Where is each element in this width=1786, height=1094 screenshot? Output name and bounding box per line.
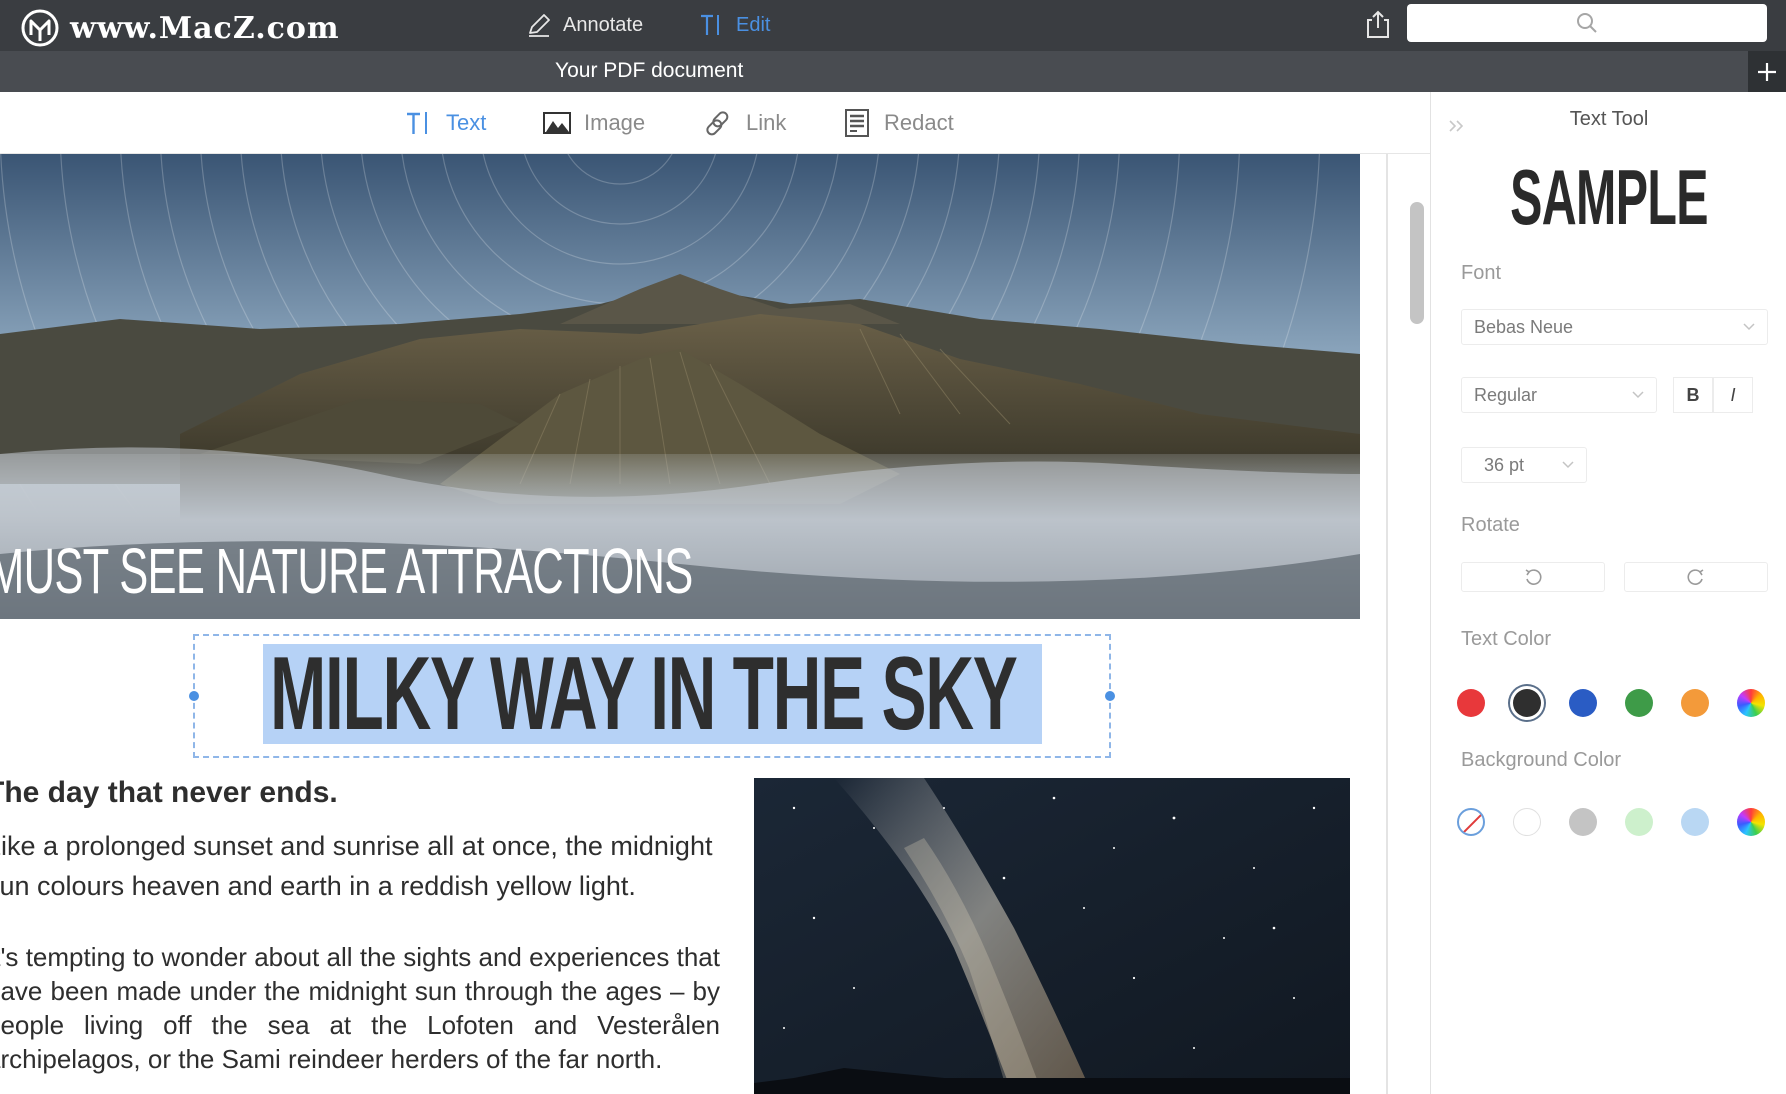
hero-image[interactable]: MUST SEE NATURE ATTRACTIONS bbox=[0, 154, 1360, 619]
rotate-right-icon bbox=[1687, 569, 1704, 585]
mode-annotate-label: Annotate bbox=[563, 13, 644, 36]
background-color-swatch[interactable] bbox=[1625, 808, 1653, 836]
brand-logo-icon bbox=[21, 9, 59, 47]
chevron-down-icon bbox=[1562, 461, 1574, 469]
text-color-swatch[interactable] bbox=[1569, 689, 1597, 717]
font-label: Font bbox=[1461, 262, 1502, 284]
bold-button[interactable]: B bbox=[1673, 377, 1713, 413]
search-box[interactable] bbox=[1407, 4, 1767, 42]
tool-redact[interactable]: Redact bbox=[842, 106, 954, 140]
mode-annotate[interactable]: Annotate bbox=[525, 8, 643, 42]
text-cursor-icon bbox=[701, 14, 719, 35]
selected-heading-text[interactable]: MILKY WAY IN THE SKY bbox=[270, 642, 1018, 746]
tool-image[interactable]: Image bbox=[542, 106, 645, 140]
rotate-left-icon bbox=[1525, 569, 1542, 585]
text-color-picker-swatch[interactable] bbox=[1737, 689, 1765, 717]
text-color-swatch[interactable] bbox=[1625, 689, 1653, 717]
galaxy-image[interactable] bbox=[754, 778, 1350, 1094]
scroll-track bbox=[1386, 154, 1388, 1094]
milky-way-image bbox=[754, 778, 1350, 1094]
title-bar: www.MacZ.com Annotate Edit bbox=[0, 0, 1786, 51]
chevron-down-icon bbox=[1743, 323, 1755, 331]
tool-image-label: Image bbox=[584, 110, 646, 135]
text-color-swatch[interactable] bbox=[1457, 689, 1485, 717]
document-title[interactable]: Your PDF document bbox=[555, 59, 743, 83]
text-color-label: Text Color bbox=[1461, 628, 1552, 650]
font-style-select[interactable]: Regular bbox=[1461, 377, 1657, 413]
background-color-picker-swatch[interactable] bbox=[1737, 808, 1765, 836]
font-family-select[interactable]: Bebas Neue bbox=[1461, 309, 1768, 345]
mode-edit-label: Edit bbox=[736, 13, 771, 36]
background-color-label: Background Color bbox=[1461, 749, 1622, 771]
background-color-swatch[interactable] bbox=[1513, 808, 1541, 836]
brand: www.MacZ.com bbox=[20, 8, 340, 48]
tool-redact-label: Redact bbox=[884, 110, 954, 135]
pen-icon bbox=[529, 14, 550, 37]
edit-toolbar: Text Image Link Redact bbox=[0, 92, 1430, 154]
rotate-left-button[interactable] bbox=[1461, 562, 1605, 592]
tool-link-label: Link bbox=[746, 110, 787, 135]
hero-caption[interactable]: MUST SEE NATURE ATTRACTIONS bbox=[0, 534, 693, 608]
background-no-color-swatch[interactable] bbox=[1457, 808, 1485, 836]
tool-text[interactable]: Text bbox=[404, 106, 486, 140]
scrollbar-thumb[interactable] bbox=[1410, 202, 1424, 324]
rotate-right-button[interactable] bbox=[1624, 562, 1768, 592]
tool-link[interactable]: Link bbox=[704, 106, 786, 140]
link-icon bbox=[706, 111, 729, 136]
sub-heading[interactable]: The day that never ends. bbox=[0, 776, 720, 810]
redact-icon bbox=[845, 109, 869, 137]
chevron-down-icon bbox=[1632, 391, 1644, 399]
new-tab-button[interactable] bbox=[1748, 51, 1786, 92]
font-size-select[interactable]: 36 pt bbox=[1461, 447, 1587, 483]
rotate-label: Rotate bbox=[1461, 514, 1520, 536]
plus-icon bbox=[1758, 62, 1776, 81]
text-tool-panel: Text Tool SAMPLE Font Bebas Neue Regular… bbox=[1430, 92, 1786, 1094]
italic-button[interactable]: I bbox=[1713, 377, 1753, 413]
background-color-swatch[interactable] bbox=[1681, 808, 1709, 836]
background-color-swatch[interactable] bbox=[1569, 808, 1597, 836]
paragraph-2[interactable]: It's tempting to wonder about all the si… bbox=[0, 940, 720, 1076]
document-tab-bar: Your PDF document bbox=[0, 51, 1786, 92]
document-canvas: MUST SEE NATURE ATTRACTIONS MILKY WAY IN… bbox=[0, 154, 1430, 1094]
brand-text: www.MacZ.com bbox=[70, 10, 340, 46]
panel-title: Text Tool bbox=[1569, 108, 1649, 130]
image-icon bbox=[543, 112, 571, 134]
font-size-value: 36 pt bbox=[1484, 454, 1525, 475]
text-color-swatch[interactable] bbox=[1513, 689, 1541, 717]
font-family-value: Bebas Neue bbox=[1474, 316, 1574, 337]
paragraph-1[interactable]: Like a prolonged sunset and sunrise all … bbox=[0, 826, 720, 906]
share-icon[interactable] bbox=[1363, 8, 1393, 40]
resize-handle-left[interactable] bbox=[189, 691, 199, 701]
text-color-swatch[interactable] bbox=[1681, 689, 1709, 717]
mode-edit[interactable]: Edit bbox=[698, 8, 770, 42]
font-preview: SAMPLE bbox=[1510, 153, 1708, 241]
text-cursor-icon bbox=[407, 112, 427, 134]
tool-text-label: Text bbox=[446, 110, 487, 135]
search-input[interactable] bbox=[1407, 4, 1767, 42]
font-style-value: Regular bbox=[1474, 384, 1538, 405]
resize-handle-right[interactable] bbox=[1105, 691, 1115, 701]
